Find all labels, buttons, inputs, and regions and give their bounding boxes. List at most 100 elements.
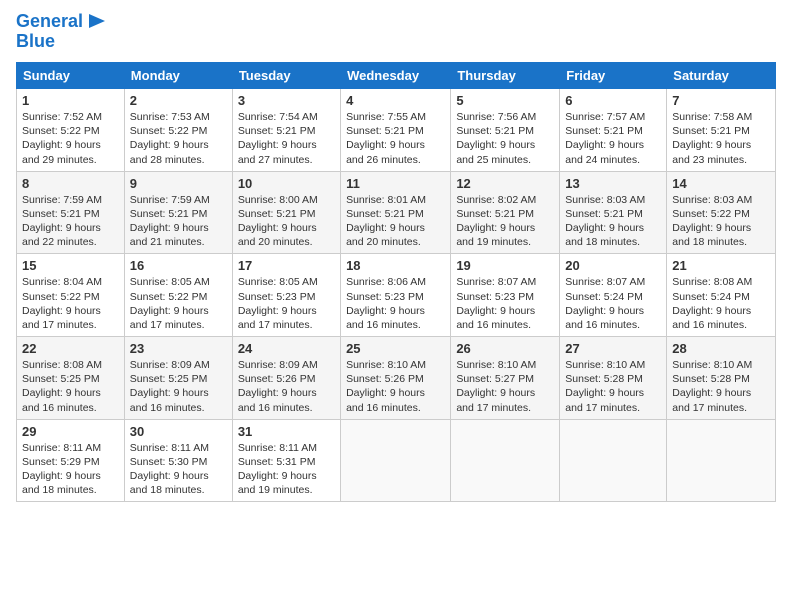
day-number: 22 [22,341,119,356]
calendar-cell: 21 Sunrise: 8:08 AMSunset: 5:24 PMDayligh… [667,254,776,337]
day-info: Sunrise: 8:10 AMSunset: 5:28 PMDaylight:… [565,358,661,415]
calendar-cell: 15Sunrise: 8:04 AMSunset: 5:22 PMDayligh… [17,254,125,337]
calendar-cell: 3 Sunrise: 7:54 AMSunset: 5:21 PMDaylight… [232,89,340,172]
day-info: Sunrise: 8:09 AMSunset: 5:25 PMDaylight:… [130,358,227,415]
day-info: Sunrise: 8:08 AMSunset: 5:24 PMDaylight:… [672,275,770,332]
calendar-cell: 13 Sunrise: 8:03 AMSunset: 5:21 PMDayligh… [560,171,667,254]
day-number: 14 [672,176,770,191]
day-info: Sunrise: 8:10 AMSunset: 5:28 PMDaylight:… [672,358,770,415]
calendar-cell: 5 Sunrise: 7:56 AMSunset: 5:21 PMDaylight… [451,89,560,172]
day-number: 5 [456,93,554,108]
page-container: General Blue SundayMondayTuesdayWednesda… [0,0,792,510]
day-info: Sunrise: 8:00 AMSunset: 5:21 PMDaylight:… [238,193,335,250]
calendar-cell: 14 Sunrise: 8:03 AMSunset: 5:22 PMDayligh… [667,171,776,254]
calendar-cell: 27Sunrise: 8:10 AMSunset: 5:28 PMDayligh… [560,337,667,420]
calendar-cell: 11Sunrise: 8:01 AMSunset: 5:21 PMDayligh… [341,171,451,254]
day-number: 26 [456,341,554,356]
day-info: Sunrise: 8:02 AMSunset: 5:21 PMDaylight:… [456,193,554,250]
day-info: Sunrise: 8:07 AMSunset: 5:23 PMDaylight:… [456,275,554,332]
day-number: 20 [565,258,661,273]
day-number: 2 [130,93,227,108]
calendar-cell: 18 Sunrise: 8:06 AMSunset: 5:23 PMDayligh… [341,254,451,337]
day-number: 10 [238,176,335,191]
day-info: Sunrise: 8:11 AMSunset: 5:30 PMDaylight:… [130,441,227,498]
day-number: 18 [346,258,445,273]
day-info: Sunrise: 7:52 AMSunset: 5:22 PMDaylight:… [22,110,119,167]
day-info: Sunrise: 8:08 AMSunset: 5:25 PMDaylight:… [22,358,119,415]
calendar-cell: 30 Sunrise: 8:11 AMSunset: 5:30 PMDayligh… [124,419,232,502]
day-number: 25 [346,341,445,356]
day-number: 31 [238,424,335,439]
logo-blue-text: Blue [16,31,55,51]
day-info: Sunrise: 8:05 AMSunset: 5:22 PMDaylight:… [130,275,227,332]
day-number: 19 [456,258,554,273]
day-info: Sunrise: 7:56 AMSunset: 5:21 PMDaylight:… [456,110,554,167]
calendar-cell [341,419,451,502]
calendar-cell [667,419,776,502]
calendar-header-sunday: Sunday [17,63,125,89]
calendar-cell: 20 Sunrise: 8:07 AMSunset: 5:24 PMDayligh… [560,254,667,337]
calendar-cell: 2Sunrise: 7:53 AMSunset: 5:22 PMDaylight… [124,89,232,172]
calendar-cell: 10 Sunrise: 8:00 AMSunset: 5:21 PMDayligh… [232,171,340,254]
day-info: Sunrise: 8:11 AMSunset: 5:31 PMDaylight:… [238,441,335,498]
day-info: Sunrise: 8:01 AMSunset: 5:21 PMDaylight:… [346,193,445,250]
day-number: 9 [130,176,227,191]
day-info: Sunrise: 8:11 AMSunset: 5:29 PMDaylight:… [22,441,119,498]
day-info: Sunrise: 8:07 AMSunset: 5:24 PMDaylight:… [565,275,661,332]
calendar-cell: 26 Sunrise: 8:10 AMSunset: 5:27 PMDayligh… [451,337,560,420]
day-number: 15 [22,258,119,273]
day-number: 23 [130,341,227,356]
day-info: Sunrise: 7:54 AMSunset: 5:21 PMDaylight:… [238,110,335,167]
day-info: Sunrise: 8:06 AMSunset: 5:23 PMDaylight:… [346,275,445,332]
day-number: 16 [130,258,227,273]
calendar-cell: 25 Sunrise: 8:10 AMSunset: 5:26 PMDayligh… [341,337,451,420]
calendar-cell [451,419,560,502]
calendar-week-5: 29Sunrise: 8:11 AMSunset: 5:29 PMDayligh… [17,419,776,502]
day-number: 28 [672,341,770,356]
day-number: 7 [672,93,770,108]
day-info: Sunrise: 7:57 AMSunset: 5:21 PMDaylight:… [565,110,661,167]
calendar-cell: 7Sunrise: 7:58 AMSunset: 5:21 PMDaylight… [667,89,776,172]
calendar-week-2: 8 Sunrise: 7:59 AMSunset: 5:21 PMDaylight… [17,171,776,254]
calendar-cell: 1Sunrise: 7:52 AMSunset: 5:22 PMDaylight… [17,89,125,172]
day-number: 17 [238,258,335,273]
calendar-week-3: 15Sunrise: 8:04 AMSunset: 5:22 PMDayligh… [17,254,776,337]
calendar-header-saturday: Saturday [667,63,776,89]
day-info: Sunrise: 7:59 AMSunset: 5:21 PMDaylight:… [130,193,227,250]
calendar-week-4: 22 Sunrise: 8:08 AMSunset: 5:25 PMDayligh… [17,337,776,420]
day-number: 30 [130,424,227,439]
day-info: Sunrise: 7:55 AMSunset: 5:21 PMDaylight:… [346,110,445,167]
calendar-cell: 31 Sunrise: 8:11 AMSunset: 5:31 PMDayligh… [232,419,340,502]
calendar-week-1: 1Sunrise: 7:52 AMSunset: 5:22 PMDaylight… [17,89,776,172]
calendar-header-tuesday: Tuesday [232,63,340,89]
logo-text: General [16,12,83,32]
calendar-header-friday: Friday [560,63,667,89]
calendar-header-monday: Monday [124,63,232,89]
day-info: Sunrise: 8:03 AMSunset: 5:22 PMDaylight:… [672,193,770,250]
calendar-cell [560,419,667,502]
calendar-cell: 12Sunrise: 8:02 AMSunset: 5:21 PMDayligh… [451,171,560,254]
day-number: 3 [238,93,335,108]
header: General Blue [16,12,776,52]
logo-icon [85,10,107,32]
calendar-cell: 4Sunrise: 7:55 AMSunset: 5:21 PMDaylight… [341,89,451,172]
day-info: Sunrise: 8:10 AMSunset: 5:27 PMDaylight:… [456,358,554,415]
calendar-cell: 23 Sunrise: 8:09 AMSunset: 5:25 PMDayligh… [124,337,232,420]
day-info: Sunrise: 8:03 AMSunset: 5:21 PMDaylight:… [565,193,661,250]
day-info: Sunrise: 7:59 AMSunset: 5:21 PMDaylight:… [22,193,119,250]
calendar-cell: 16 Sunrise: 8:05 AMSunset: 5:22 PMDayligh… [124,254,232,337]
day-number: 21 [672,258,770,273]
calendar-header-wednesday: Wednesday [341,63,451,89]
calendar-table: SundayMondayTuesdayWednesdayThursdayFrid… [16,62,776,502]
day-number: 13 [565,176,661,191]
calendar-cell: 22 Sunrise: 8:08 AMSunset: 5:25 PMDayligh… [17,337,125,420]
calendar-header-row: SundayMondayTuesdayWednesdayThursdayFrid… [17,63,776,89]
day-number: 8 [22,176,119,191]
calendar-cell: 29Sunrise: 8:11 AMSunset: 5:29 PMDayligh… [17,419,125,502]
calendar-cell: 9 Sunrise: 7:59 AMSunset: 5:21 PMDaylight… [124,171,232,254]
day-info: Sunrise: 8:10 AMSunset: 5:26 PMDaylight:… [346,358,445,415]
day-number: 24 [238,341,335,356]
calendar-cell: 28 Sunrise: 8:10 AMSunset: 5:28 PMDayligh… [667,337,776,420]
logo: General Blue [16,12,107,52]
calendar-cell: 24Sunrise: 8:09 AMSunset: 5:26 PMDayligh… [232,337,340,420]
